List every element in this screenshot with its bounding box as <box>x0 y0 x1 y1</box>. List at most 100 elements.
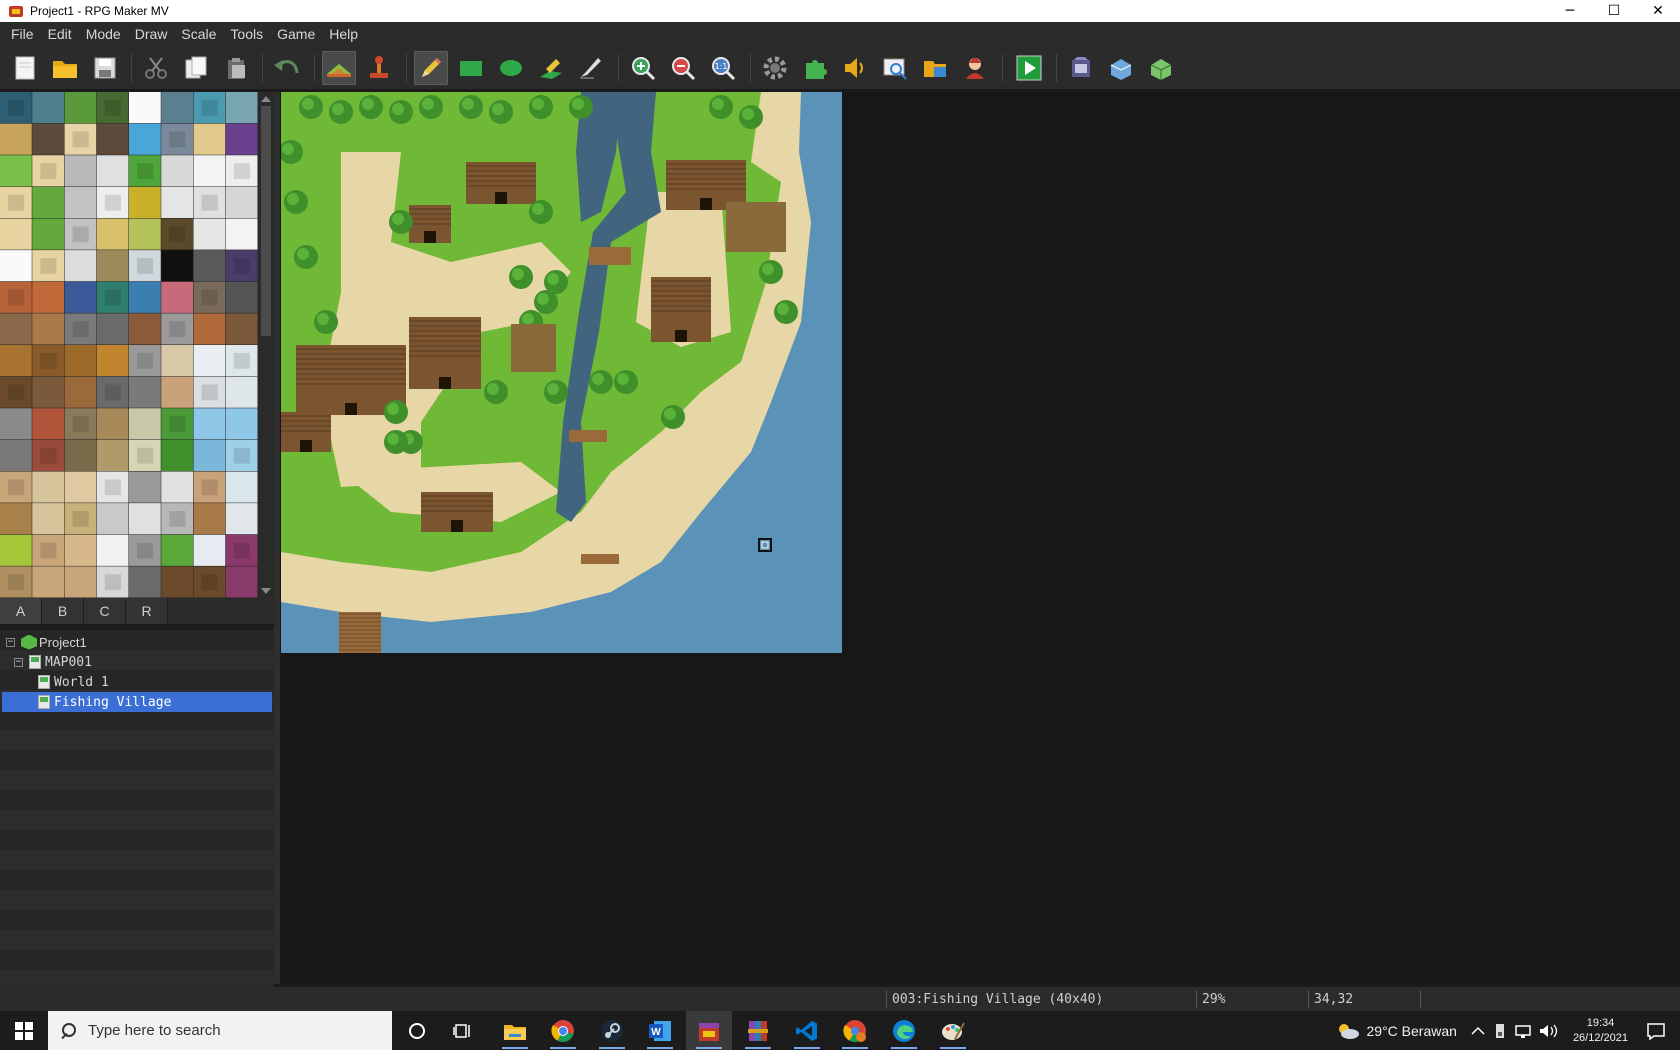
volume-icon[interactable] <box>1539 1023 1559 1039</box>
tree-item-label: MAP001 <box>45 654 92 670</box>
tileset-scrollbar[interactable] <box>258 92 274 598</box>
menu-scale[interactable]: Scale <box>174 26 223 42</box>
tree-item-world-1[interactable]: World 1 <box>38 672 109 692</box>
cortana-icon[interactable] <box>394 1011 440 1050</box>
window-controls: ─ ☐ ✕ <box>1548 0 1680 22</box>
new-project-icon[interactable] <box>8 51 42 85</box>
status-bar: 003:Fishing Village (40x40) 29% 34,32 <box>0 987 1680 1011</box>
open-project-icon[interactable] <box>48 51 82 85</box>
word-icon[interactable]: W <box>637 1011 683 1050</box>
tab-r[interactable]: R <box>126 598 168 624</box>
start-button[interactable] <box>0 1011 48 1050</box>
tree-item-label: World 1 <box>54 674 109 690</box>
taskbar: Type here to search W 29°C Berawan 19:34… <box>0 1011 1680 1050</box>
chrome-icon[interactable] <box>540 1011 586 1050</box>
event-searcher-icon[interactable] <box>878 51 912 85</box>
map-mode-icon[interactable] <box>322 51 356 85</box>
rpg-maker-taskbar-icon[interactable] <box>686 1011 732 1050</box>
minimize-button[interactable]: ─ <box>1548 0 1592 22</box>
tree-item-project[interactable]: − Project1 <box>6 632 87 652</box>
map-icon <box>29 655 41 669</box>
scrollbar-thumb[interactable] <box>261 106 271 336</box>
map-icon <box>38 675 50 689</box>
chevron-up-icon[interactable] <box>1471 1026 1485 1036</box>
toolbar: 1:1 <box>0 46 1680 90</box>
menu-help[interactable]: Help <box>322 26 365 42</box>
steam-icon[interactable] <box>589 1011 635 1050</box>
menu-mode[interactable]: Mode <box>79 26 128 42</box>
collapse-icon[interactable]: − <box>6 637 15 647</box>
flood-fill-icon[interactable] <box>534 51 568 85</box>
maximize-button[interactable]: ☐ <box>1592 0 1636 22</box>
tab-c[interactable]: C <box>84 598 126 624</box>
character-generator-icon[interactable] <box>958 51 992 85</box>
cut-icon[interactable] <box>139 51 173 85</box>
svg-text:W: W <box>651 1027 661 1038</box>
tileset-tabs: A B C R <box>0 598 274 624</box>
title-bar: Project1 - RPG Maker MV ─ ☐ ✕ <box>0 0 1680 22</box>
weather-cloudy-icon[interactable] <box>1335 1021 1361 1041</box>
status-coordinates: 34,32 <box>1314 991 1354 1007</box>
clock-time: 19:34 <box>1586 1016 1615 1029</box>
winrar-icon[interactable] <box>735 1011 781 1050</box>
menu-game[interactable]: Game <box>270 26 322 42</box>
chrome-profile-icon[interactable] <box>832 1011 878 1050</box>
copy-icon[interactable] <box>179 51 213 85</box>
save-project-icon[interactable] <box>88 51 122 85</box>
deployment-icon[interactable] <box>1064 51 1098 85</box>
paste-icon[interactable] <box>219 51 253 85</box>
menu-file[interactable]: File <box>4 26 41 42</box>
tileset-palette[interactable] <box>0 92 258 598</box>
usb-device-icon[interactable] <box>1493 1022 1507 1040</box>
sound-test-icon[interactable] <box>838 51 872 85</box>
scroll-up-icon[interactable] <box>261 96 271 102</box>
edge-icon[interactable] <box>881 1011 927 1050</box>
clock[interactable]: 19:34 26/12/2021 <box>1573 1016 1628 1046</box>
file-explorer-icon[interactable] <box>492 1011 538 1050</box>
task-view-icon[interactable] <box>440 1011 486 1050</box>
tab-a[interactable]: A <box>0 598 42 624</box>
zoom-out-icon[interactable] <box>666 51 700 85</box>
menu-tools[interactable]: Tools <box>223 26 270 42</box>
status-zoom: 29% <box>1202 991 1226 1007</box>
tree-item-fishing-village[interactable]: Fishing Village <box>2 692 272 712</box>
shadow-pen-icon[interactable] <box>574 51 608 85</box>
resource-manager-icon[interactable] <box>918 51 952 85</box>
tileset-grid[interactable] <box>0 92 258 598</box>
close-button[interactable]: ✕ <box>1636 0 1680 22</box>
map-canvas[interactable] <box>281 92 842 653</box>
scroll-down-icon[interactable] <box>261 588 271 594</box>
database-icon[interactable] <box>758 51 792 85</box>
rectangle-icon[interactable] <box>454 51 488 85</box>
tree-item-map001[interactable]: − MAP001 <box>14 652 92 672</box>
tree-item-label: Fishing Village <box>54 694 172 710</box>
open-folder-icon[interactable] <box>1104 51 1138 85</box>
rpg-maker-app-icon <box>8 4 24 18</box>
windows-logo-icon <box>15 1021 33 1040</box>
collapse-icon[interactable]: − <box>14 657 23 667</box>
paint-icon[interactable] <box>930 1011 976 1050</box>
actual-size-icon[interactable]: 1:1 <box>706 51 740 85</box>
map-icon <box>38 695 50 709</box>
project-icon <box>21 634 37 650</box>
undo-icon[interactable] <box>270 51 304 85</box>
ellipse-icon[interactable] <box>494 51 528 85</box>
tab-b[interactable]: B <box>42 598 84 624</box>
plugin-manager-icon[interactable] <box>798 51 832 85</box>
map-tree: − Project1 − MAP001 World 1 Fishing Vill… <box>0 630 274 990</box>
menu-bar: File Edit Mode Draw Scale Tools Game Hel… <box>0 22 1680 46</box>
status-map-info: 003:Fishing Village (40x40) <box>892 991 1104 1007</box>
network-icon[interactable] <box>1515 1023 1531 1039</box>
vscode-icon[interactable] <box>784 1011 830 1050</box>
rpg-maker-tools-icon[interactable] <box>1144 51 1178 85</box>
menu-draw[interactable]: Draw <box>128 26 175 42</box>
menu-edit[interactable]: Edit <box>41 26 79 42</box>
taskbar-search[interactable]: Type here to search <box>48 1011 392 1050</box>
pencil-icon[interactable] <box>414 51 448 85</box>
weather-text[interactable]: 29°C Berawan <box>1367 1023 1457 1039</box>
zoom-in-icon[interactable] <box>626 51 660 85</box>
event-mode-icon[interactable] <box>362 51 396 85</box>
notification-center-icon[interactable] <box>1646 1022 1666 1040</box>
system-tray: 29°C Berawan 19:34 26/12/2021 <box>1335 1011 1680 1050</box>
playtest-icon[interactable] <box>1012 51 1046 85</box>
